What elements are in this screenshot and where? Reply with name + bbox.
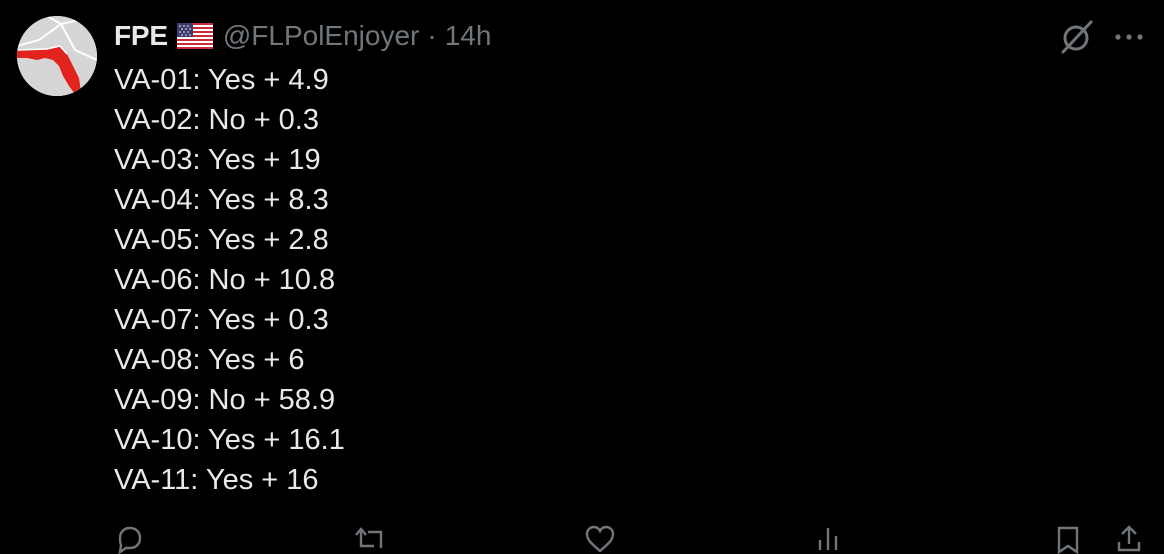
tweet-line: VA-01: Yes + 4.9 [114,64,329,96]
action-bar [114,524,1154,554]
reply-icon [114,524,144,554]
tweet-line: VA-03: Yes + 19 [114,144,321,176]
tweet-line: VA-07: Yes + 0.3 [114,304,329,336]
like-icon [584,524,616,554]
tweet[interactable]: FPE @FLPolEnjoyer · 14h VA-01: Yes + 4.9… [0,0,1164,554]
tweet-line: VA-06: No + 10.8 [114,264,336,296]
display-name[interactable]: FPE [114,20,168,52]
separator-dot: · [427,20,437,51]
tweet-line: VA-08: Yes + 6 [114,344,305,376]
views-button[interactable] [814,524,844,554]
florida-map-avatar [17,16,97,96]
avatar[interactable] [17,16,97,96]
tweet-line: VA-10: Yes + 16.1 [114,424,345,456]
tweet-line: VA-09: No + 58.9 [114,384,336,416]
views-icon [814,524,844,554]
repost-icon [354,524,388,554]
share-button[interactable] [1114,524,1144,554]
tweet-line: VA-05: Yes + 2.8 [114,224,329,256]
timestamp[interactable]: 14h [445,20,492,52]
like-button[interactable] [584,524,616,554]
tweet-line: VA-11: Yes + 16 [114,464,319,496]
user-handle[interactable]: @FLPolEnjoyer [223,20,420,52]
us-flag-icon [176,23,213,49]
bookmark-icon [1054,524,1082,554]
tweet-line: VA-02: No + 0.3 [114,104,319,136]
bookmark-button[interactable] [1054,524,1082,554]
repost-button[interactable] [354,524,388,554]
tweet-line: VA-04: Yes + 8.3 [114,184,329,216]
reply-button[interactable] [114,524,144,554]
tweet-header: FPE @FLPolEnjoyer · 14h [114,18,491,54]
share-icon [1114,524,1144,554]
more-icon[interactable] [1112,22,1146,50]
grok-icon[interactable] [1057,18,1095,56]
tweet-text: VA-01: Yes + 4.9 VA-02: No + 0.3 VA-03: … [114,60,345,500]
